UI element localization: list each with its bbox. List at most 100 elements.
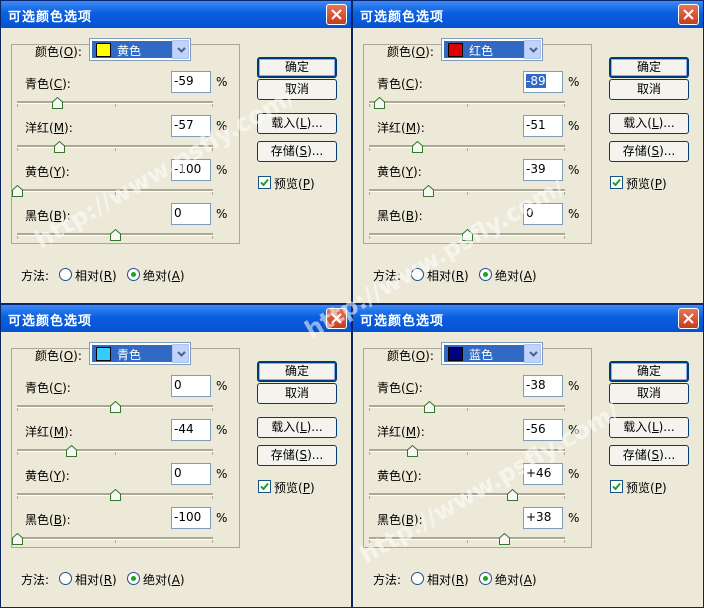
- absolute-radio[interactable]: [479, 572, 492, 585]
- preview-label-text-end: ): [661, 481, 667, 495]
- yellow-slider-thumb[interactable]: [423, 184, 435, 197]
- close-button[interactable]: [678, 308, 699, 329]
- cyan-value-field[interactable]: 0: [171, 375, 211, 397]
- magenta-slider-thumb[interactable]: [406, 444, 418, 457]
- slider-tick: [467, 452, 468, 455]
- dropdown-button[interactable]: [172, 40, 189, 59]
- black-slider-thumb[interactable]: [11, 532, 23, 545]
- yellow-slider-thumb[interactable]: [109, 488, 121, 501]
- dropdown-button[interactable]: [524, 344, 541, 363]
- preview-label-text: 预览(: [274, 177, 303, 191]
- absolute-radio[interactable]: [479, 268, 492, 281]
- dropdown-button[interactable]: [172, 344, 189, 363]
- yellow-value-field[interactable]: -100: [171, 159, 211, 181]
- percent-label: %: [216, 75, 228, 89]
- slider-label-magenta: 洋红(M):: [377, 119, 425, 136]
- cyan-value-field[interactable]: -89: [523, 71, 563, 93]
- color-swatch: [96, 43, 111, 57]
- cyan-slider-thumb[interactable]: [374, 96, 386, 109]
- relative-radio[interactable]: [59, 572, 72, 585]
- slider-label-cyan: 青色(C):: [25, 75, 71, 92]
- relative-radio[interactable]: [411, 268, 424, 281]
- color-label-accesskey: O: [63, 45, 74, 59]
- magenta-value-field[interactable]: -51: [523, 115, 563, 137]
- ok-button[interactable]: 确定: [609, 361, 689, 382]
- color-select-value: 蓝色: [469, 348, 494, 362]
- magenta-value-field[interactable]: -56: [523, 419, 563, 441]
- ok-button[interactable]: 确定: [257, 361, 337, 382]
- slider-label-black-accesskey: B: [405, 513, 414, 527]
- absolute-radio[interactable]: [127, 268, 140, 281]
- absolute-label-accesskey: A: [171, 573, 180, 587]
- preview-checkbox[interactable]: [258, 176, 271, 189]
- relative-radio[interactable]: [59, 268, 72, 281]
- yellow-slider-thumb[interactable]: [506, 488, 518, 501]
- magenta-slider-thumb[interactable]: [411, 140, 423, 153]
- color-select[interactable]: 黄色: [89, 38, 191, 61]
- close-button[interactable]: [678, 4, 699, 25]
- yellow-slider-thumb[interactable]: [11, 184, 23, 197]
- dropdown-button[interactable]: [524, 40, 541, 59]
- magenta-slider-thumb[interactable]: [66, 444, 78, 457]
- load-button-label-text: 载入(: [623, 420, 652, 434]
- percent-label: %: [568, 511, 580, 525]
- load-button[interactable]: 载入(L)...: [609, 417, 689, 438]
- save-button[interactable]: 存储(S)...: [609, 141, 689, 162]
- percent-label: %: [568, 75, 580, 89]
- ok-button[interactable]: 确定: [257, 57, 337, 78]
- close-button[interactable]: [326, 4, 347, 25]
- cancel-button[interactable]: 取消: [257, 383, 337, 404]
- slider-tick: [212, 408, 213, 411]
- load-button-label-text-end: )...: [658, 116, 675, 130]
- magenta-value: -44: [174, 422, 194, 436]
- cancel-button[interactable]: 取消: [609, 79, 689, 100]
- cyan-value: 0: [174, 378, 182, 392]
- color-select[interactable]: 蓝色: [441, 342, 543, 365]
- load-button-label-accesskey: L: [299, 116, 307, 130]
- absolute-radio[interactable]: [127, 572, 140, 585]
- magenta-slider-thumb[interactable]: [53, 140, 65, 153]
- black-value-field[interactable]: -100: [171, 507, 211, 529]
- ok-button[interactable]: 确定: [609, 57, 689, 78]
- percent-label: %: [568, 207, 580, 221]
- yellow-value-field[interactable]: 0: [171, 463, 211, 485]
- preview-label: 预览(P): [626, 479, 667, 496]
- cyan-slider-thumb[interactable]: [424, 400, 436, 413]
- cyan-slider-thumb[interactable]: [51, 96, 63, 109]
- slider-label-yellow-accesskey: Y: [405, 165, 414, 179]
- black-slider-thumb[interactable]: [109, 228, 121, 241]
- relative-radio[interactable]: [411, 572, 424, 585]
- preview-checkbox[interactable]: [258, 480, 271, 493]
- black-slider-thumb[interactable]: [461, 228, 473, 241]
- magenta-value-field[interactable]: -57: [171, 115, 211, 137]
- cyan-value-field[interactable]: -59: [171, 71, 211, 93]
- color-select[interactable]: 青色: [89, 342, 191, 365]
- load-button[interactable]: 载入(L)...: [257, 113, 337, 134]
- black-value-field[interactable]: 0: [171, 203, 211, 225]
- load-button[interactable]: 载入(L)...: [257, 417, 337, 438]
- magenta-value-field[interactable]: -44: [171, 419, 211, 441]
- black-value-field[interactable]: +38: [523, 507, 563, 529]
- cancel-button[interactable]: 取消: [609, 383, 689, 404]
- close-button[interactable]: [326, 308, 347, 329]
- yellow-value-field[interactable]: +46: [523, 463, 563, 485]
- method-label: 方法:: [373, 573, 402, 587]
- black-value-field[interactable]: 0: [523, 203, 563, 225]
- black-slider-thumb[interactable]: [498, 532, 510, 545]
- preview-checkbox[interactable]: [610, 480, 623, 493]
- load-button[interactable]: 载入(L)...: [609, 113, 689, 134]
- save-button[interactable]: 存储(S)...: [257, 141, 337, 162]
- absolute-label-text-end: ): [179, 573, 185, 587]
- save-button-label-accesskey: S: [299, 448, 308, 462]
- cancel-button[interactable]: 取消: [257, 79, 337, 100]
- cyan-value-field[interactable]: -38: [523, 375, 563, 397]
- cyan-slider-thumb[interactable]: [109, 400, 121, 413]
- color-select[interactable]: 红色: [441, 38, 543, 61]
- yellow-value-field[interactable]: -39: [523, 159, 563, 181]
- relative-label-text: 相对(: [427, 269, 456, 283]
- preview-checkbox[interactable]: [610, 176, 623, 189]
- save-button[interactable]: 存储(S)...: [609, 445, 689, 466]
- relative-label-text-end: ): [464, 573, 469, 587]
- relative-label: 相对(R): [75, 571, 117, 588]
- save-button[interactable]: 存储(S)...: [257, 445, 337, 466]
